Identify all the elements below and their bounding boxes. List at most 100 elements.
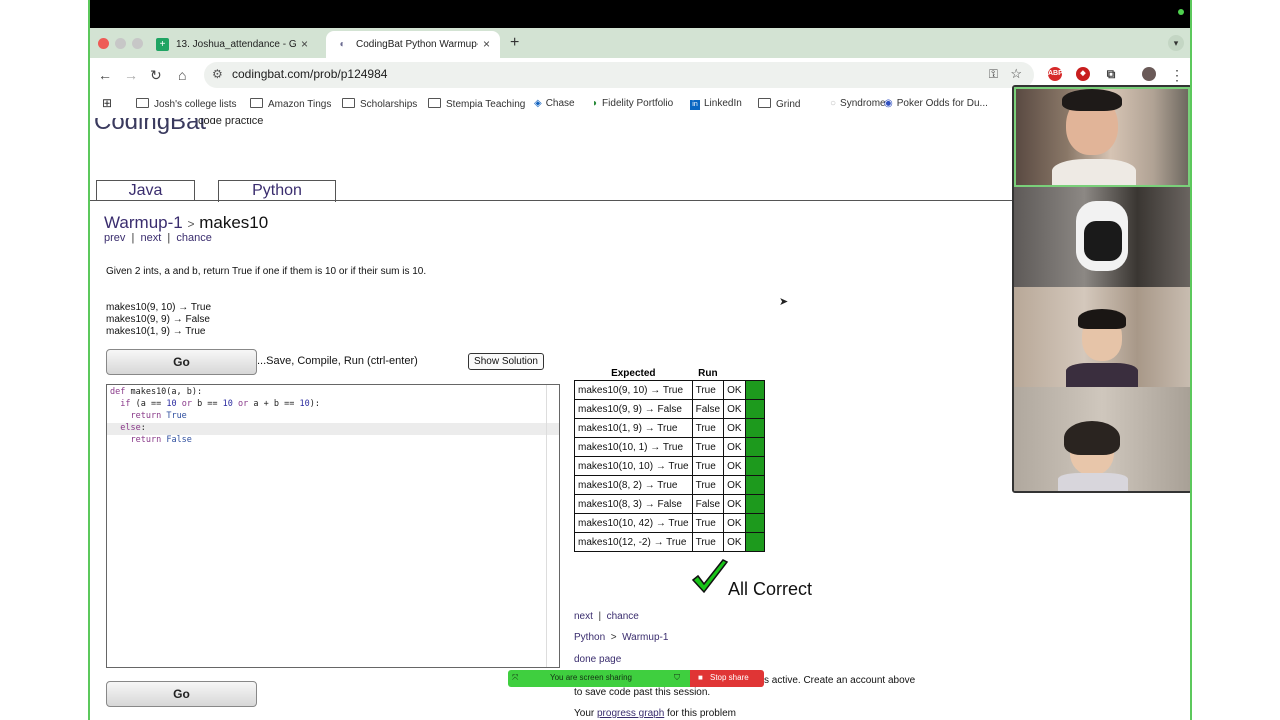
window-top-bar <box>90 0 1190 28</box>
site-info-icon[interactable]: ⚙ <box>212 67 223 81</box>
bookmark-item[interactable]: ◉ Poker Odds for Du... <box>884 98 988 109</box>
bookmark-item[interactable]: in LinkedIn <box>690 98 742 110</box>
chance-link[interactable]: chance <box>607 611 639 622</box>
checkmark-icon <box>691 559 729 594</box>
table-row: makes10(10, 10) → True True OK <box>574 456 765 476</box>
table-row: makes10(1, 9) → True True OK <box>574 418 765 438</box>
bookmark-item[interactable]: ◗ Fidelity Portfolio <box>592 98 673 109</box>
folder-icon <box>250 98 263 108</box>
active-line-highlight <box>107 423 559 435</box>
shield-icon: ⛉ <box>674 673 680 682</box>
stop-share-button[interactable]: ■ Stop share <box>690 670 764 687</box>
expected-header: Expected <box>611 368 656 379</box>
linkedin-icon: in <box>690 100 700 110</box>
session-notice: s active. Create an account above <box>764 675 916 686</box>
pass-indicator <box>744 437 765 457</box>
recording-dot-icon <box>1178 9 1184 15</box>
pass-indicator <box>744 475 765 495</box>
new-tab-icon[interactable]: + <box>510 34 519 52</box>
bookmark-item[interactable]: Josh's college lists <box>136 98 237 110</box>
example-line: makes10(9, 9) → False <box>106 314 210 325</box>
table-row: makes10(10, 1) → True True OK <box>574 437 765 457</box>
tab-java[interactable]: Java <box>96 180 195 201</box>
go-button[interactable]: Go <box>106 349 257 375</box>
bookmark-item[interactable]: Stempia Teaching <box>428 98 525 110</box>
table-row: makes10(8, 2) → True True OK <box>574 475 765 495</box>
pass-indicator <box>744 418 765 438</box>
next-link[interactable]: next <box>574 611 593 622</box>
progress-graph-link[interactable]: progress graph <box>597 708 664 719</box>
next-link[interactable]: next <box>141 232 162 244</box>
table-row: makes10(9, 9) → False False OK <box>574 399 765 419</box>
python-link[interactable]: Python <box>574 632 605 643</box>
forward-icon[interactable]: → <box>124 67 138 83</box>
section-link[interactable]: Warmup-1 <box>104 213 183 232</box>
apps-grid-icon[interactable]: ⊞ <box>102 96 112 110</box>
pass-indicator <box>744 380 765 400</box>
save-hint: ...Save, Compile, Run (ctrl-enter) <box>257 355 418 367</box>
chance-link[interactable]: chance <box>176 232 211 244</box>
tab-attendance[interactable]: + 13. Joshua_attendance - Goo × <box>146 31 318 58</box>
password-key-icon[interactable]: ⚿ <box>989 67 998 82</box>
table-row: makes10(8, 3) → False False OK <box>574 494 765 514</box>
home-icon[interactable]: ⌂ <box>178 67 186 83</box>
chase-icon: ◈ <box>534 98 542 109</box>
screen-share-bar: ⤧ You are screen sharing ⛉ ■ Stop share <box>508 670 764 687</box>
close-tab-icon[interactable]: × <box>301 37 308 51</box>
progress-line: Your progress graph for this problem <box>574 708 736 719</box>
bookmark-star-icon[interactable]: ☆ <box>1010 66 1022 82</box>
browser-menu-icon[interactable]: ⋮ <box>1170 67 1184 84</box>
zoom-window-icon[interactable] <box>132 38 143 49</box>
address-bar[interactable]: ⚙ codingbat.com/prob/p124984 ⚿ ☆ <box>204 62 1034 88</box>
section-path: Python > Warmup-1 <box>574 632 669 643</box>
url-text: codingbat.com/prob/p124984 <box>232 67 388 81</box>
screen-sharing-status: ⤧ You are screen sharing ⛉ <box>508 670 690 687</box>
pass-indicator <box>744 532 765 552</box>
tab-title: CodingBat Python Warmup-1 <box>356 39 478 50</box>
stop-square-icon: ■ <box>698 673 703 682</box>
go-button-bottom[interactable]: Go <box>106 681 257 707</box>
tab-search-chevron-icon[interactable]: ▾ <box>1168 35 1184 51</box>
code-line: else: <box>120 423 146 433</box>
codingbat-logo[interactable]: CodingBat <box>94 118 206 136</box>
close-window-icon[interactable] <box>98 38 109 49</box>
tab-python[interactable]: Python <box>218 180 336 202</box>
bookmark-item[interactable]: ◈ Chase <box>534 98 575 109</box>
share-grip-icon[interactable]: ⤧ <box>512 673 518 683</box>
extensions-puzzle-icon[interactable]: ⧉ <box>1104 67 1118 81</box>
reload-icon[interactable]: ↻ <box>150 67 162 84</box>
folder-icon <box>342 98 355 108</box>
bookmark-item[interactable]: Amazon Tings <box>250 98 331 110</box>
back-icon[interactable]: ← <box>98 67 112 83</box>
bookmark-item[interactable]: Scholarships <box>342 98 417 110</box>
participant-video[interactable] <box>1014 87 1190 187</box>
done-page-link[interactable]: done page <box>574 654 621 665</box>
bookmark-item[interactable]: Grind <box>758 98 800 110</box>
folder-icon <box>136 98 149 108</box>
warmup-link[interactable]: Warmup-1 <box>622 632 668 643</box>
outer-margin-right <box>1192 0 1280 720</box>
participant-video[interactable] <box>1014 287 1190 387</box>
close-tab-icon[interactable]: × <box>483 37 490 51</box>
code-editor[interactable]: def makes10(a, b): if (a == 10 or b == 1… <box>106 384 560 668</box>
mouse-pointer-icon: ➤ <box>779 296 789 308</box>
tab-divider <box>90 200 1012 201</box>
tab-title: 13. Joshua_attendance - Goo <box>176 39 296 50</box>
outer-margin-left <box>0 0 88 720</box>
code-line: if (a == 10 or b == 10 or a + b == 10): <box>120 399 320 409</box>
minimize-window-icon[interactable] <box>115 38 126 49</box>
prev-link[interactable]: prev <box>104 232 125 244</box>
tab-strip: + 13. Joshua_attendance - Goo × ◐ Coding… <box>90 28 1190 58</box>
codingbat-icon: ◐ <box>339 39 346 50</box>
problem-title: makes10 <box>199 213 269 232</box>
editor-scrollbar[interactable] <box>546 385 559 667</box>
participant-video[interactable] <box>1014 387 1190 491</box>
adblock-icon[interactable]: ABP <box>1048 67 1063 81</box>
bookmark-item[interactable]: ○ Syndrome <box>830 98 886 109</box>
profile-avatar[interactable] <box>1142 67 1156 81</box>
extension-red-icon[interactable]: ◆ <box>1076 67 1090 81</box>
run-header: Run <box>698 368 718 379</box>
tab-codingbat[interactable]: ◐ CodingBat Python Warmup-1 × <box>326 31 500 58</box>
show-solution-button[interactable]: Show Solution <box>468 353 544 370</box>
participant-video[interactable] <box>1014 187 1190 287</box>
